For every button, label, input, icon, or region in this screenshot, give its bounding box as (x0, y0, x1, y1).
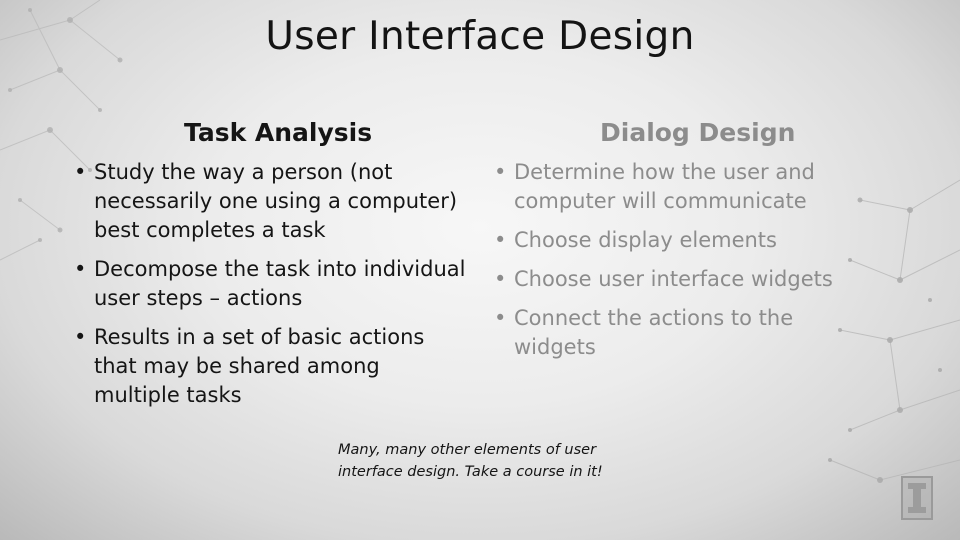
bullet-icon: • (494, 267, 507, 291)
list-item: • Choose display elements (492, 226, 872, 255)
block-i-logo-icon (901, 476, 933, 520)
list-item-text: Determine how the user and computer will… (514, 160, 815, 213)
list-item-text: Study the way a person (not necessarily … (94, 160, 458, 242)
list-item-text: Results in a set of basic actions that m… (94, 325, 425, 407)
list-item: • Results in a set of basic actions that … (72, 323, 472, 410)
dialog-design-heading: Dialog Design (600, 118, 796, 147)
footnote-line: interface design. Take a course in it! (338, 464, 603, 480)
list-item: • Decompose the task into individual user… (72, 255, 472, 313)
slide: User Interface Design Task Analysis • Stu… (0, 0, 960, 540)
task-analysis-list: • Study the way a person (not necessarily… (72, 158, 472, 410)
bullet-icon: • (494, 228, 507, 252)
bullet-icon: • (74, 257, 87, 281)
dialog-design-list: • Determine how the user and computer wil… (492, 158, 872, 362)
bullet-icon: • (74, 160, 87, 184)
list-item-text: Choose display elements (514, 228, 777, 252)
bullet-icon: • (494, 160, 507, 184)
list-item: • Determine how the user and computer wil… (492, 158, 872, 216)
slide-title: User Interface Design (265, 14, 695, 59)
bullet-icon: • (74, 325, 87, 349)
footnote: Many, many other elements of user interf… (338, 439, 638, 483)
list-item: • Choose user interface widgets (492, 265, 872, 294)
dialog-design-column: Dialog Design • Determine how the user an… (492, 118, 872, 372)
list-item: • Study the way a person (not necessarily… (72, 158, 472, 245)
task-analysis-heading: Task Analysis (184, 118, 373, 147)
task-analysis-column: Task Analysis • Study the way a person (n… (72, 118, 472, 420)
list-item-text: Decompose the task into individual user … (94, 257, 466, 310)
list-item: • Connect the actions to the widgets (492, 304, 872, 362)
list-item-text: Connect the actions to the widgets (514, 306, 794, 359)
list-item-text: Choose user interface widgets (514, 267, 833, 291)
footnote-line: Many, many other elements of user (338, 442, 597, 458)
bullet-icon: • (494, 306, 507, 330)
